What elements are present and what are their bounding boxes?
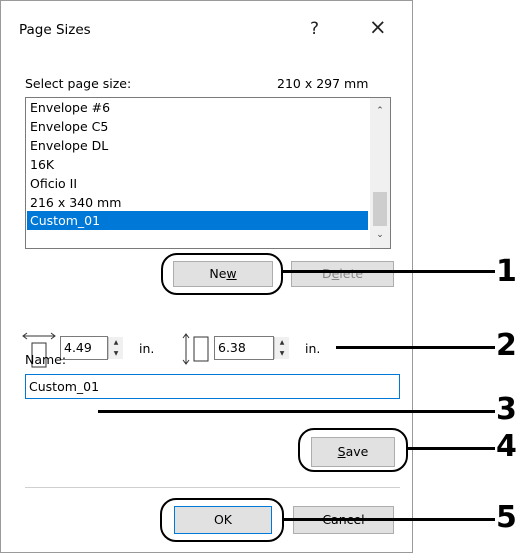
- select-page-size-label: Select page size:: [25, 76, 132, 91]
- page-size-list[interactable]: Envelope #6 Envelope C5 Envelope DL 16K …: [25, 97, 391, 249]
- delete-label: D: [321, 266, 332, 281]
- callout-ring-5: [160, 498, 284, 542]
- width-input[interactable]: 4.49: [60, 336, 108, 360]
- spin-up-icon[interactable]: ▲: [275, 337, 289, 348]
- callout-ring-1: [161, 253, 283, 295]
- list-item-selected[interactable]: Custom_01: [27, 211, 368, 230]
- callout-line-1: [283, 270, 495, 273]
- name-field[interactable]: Custom_01: [25, 374, 400, 399]
- callout-number-5: 5: [496, 500, 517, 535]
- height-spinner[interactable]: ▲ ▼: [274, 337, 289, 359]
- list-item[interactable]: 216 x 340 mm: [30, 193, 121, 212]
- height-unit-label: in.: [305, 341, 321, 356]
- spin-up-icon[interactable]: ▲: [109, 337, 123, 348]
- list-item[interactable]: Envelope DL: [30, 136, 108, 155]
- width-spinner[interactable]: ▲ ▼: [108, 337, 123, 359]
- delete-label-rest: lete: [339, 266, 364, 281]
- callout-ring-4: [298, 428, 408, 472]
- scroll-down-icon[interactable]: ⌄: [370, 226, 390, 244]
- list-item[interactable]: Oficio II: [30, 174, 77, 193]
- callout-number-2: 2: [496, 328, 517, 363]
- list-item[interactable]: Envelope C5: [30, 117, 108, 136]
- name-label: Name:: [25, 352, 67, 367]
- list-scrollbar[interactable]: ⌃ ⌄: [370, 98, 390, 248]
- callout-line-4: [408, 447, 495, 450]
- callout-number-1: 1: [496, 254, 517, 289]
- callout-line-3: [98, 410, 495, 413]
- dialog-title: Page Sizes: [19, 22, 91, 38]
- delete-button[interactable]: Delete: [291, 261, 394, 287]
- callout-number-3: 3: [496, 392, 517, 427]
- page-size-dimensions: 210 x 297 mm: [277, 76, 369, 91]
- scroll-up-icon[interactable]: ⌃: [370, 102, 390, 120]
- close-icon[interactable]: ×: [369, 17, 387, 38]
- list-item[interactable]: 16K: [30, 155, 54, 174]
- help-button[interactable]: ?: [310, 19, 319, 39]
- spin-down-icon[interactable]: ▼: [109, 348, 123, 359]
- scroll-thumb[interactable]: [373, 192, 387, 226]
- width-unit-label: in.: [139, 341, 155, 356]
- list-item[interactable]: Envelope #6: [30, 98, 110, 117]
- callout-number-4: 4: [496, 429, 517, 464]
- height-input[interactable]: 6.38: [214, 336, 274, 360]
- separator: [25, 487, 400, 488]
- callout-line-2: [336, 346, 495, 349]
- spin-down-icon[interactable]: ▼: [275, 348, 289, 359]
- callout-line-5: [284, 518, 495, 521]
